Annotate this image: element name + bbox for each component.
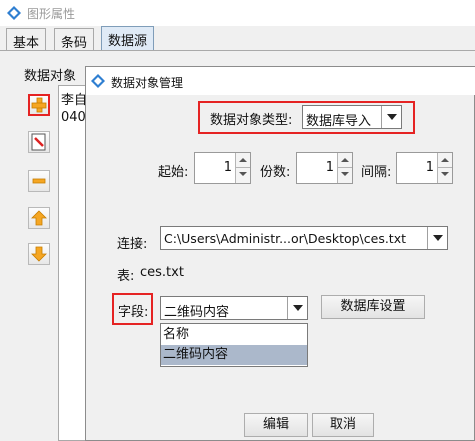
interval-label: 间隔: (361, 165, 392, 180)
tab-barcode-label: 条码 (61, 36, 88, 51)
connect-select[interactable]: C:\Users\Administr...or\Desktop\ces.txt (160, 226, 448, 250)
spin-up-icon[interactable] (235, 153, 250, 168)
start-spinner[interactable]: 1 (194, 152, 251, 184)
edit-icon (31, 133, 46, 151)
remove-icon (32, 178, 46, 184)
edit-button[interactable] (28, 131, 50, 153)
type-select[interactable]: 数据库导入 (302, 105, 402, 129)
tab-data-source[interactable]: 数据源 (101, 26, 155, 51)
data-object-label: 数据对象 (24, 69, 77, 84)
edit-button[interactable]: 编辑 (244, 413, 308, 437)
copies-label: 份数: (260, 165, 291, 180)
spin-up-icon[interactable] (437, 153, 452, 168)
copies-value: 1 (325, 160, 334, 175)
app-icon (7, 6, 21, 20)
data-object-manager-dialog: 数据对象管理 数据对象类型: 数据库导入 起始: 1 份数: 1 间隔: 1 连… (85, 66, 475, 441)
move-up-icon (31, 210, 47, 226)
edit-button-label: 编辑 (262, 417, 289, 432)
tab-basic[interactable]: 基本 (6, 28, 47, 51)
spin-down-icon[interactable] (337, 168, 352, 183)
add-button[interactable] (28, 94, 50, 116)
move-down-icon (31, 246, 47, 262)
list-item[interactable]: 040 (61, 110, 86, 125)
spin-down-icon[interactable] (437, 168, 452, 183)
cancel-button[interactable]: 取消 (312, 413, 374, 437)
field-option-name[interactable]: 名称 (161, 325, 307, 345)
field-dropdown-list[interactable]: 名称 二维码内容 (160, 323, 308, 367)
field-option-qrcode[interactable]: 二维码内容 (161, 345, 307, 365)
list-item[interactable]: 李自 (61, 89, 87, 108)
tab-data-source-label: 数据源 (108, 34, 148, 49)
tab-divider (0, 50, 475, 51)
db-settings-button-label: 数据库设置 (340, 299, 406, 314)
spin-up-icon[interactable] (337, 153, 352, 168)
table-label: 表: (117, 269, 135, 284)
field-select[interactable]: 二维码内容 (160, 296, 308, 320)
remove-button[interactable] (28, 170, 50, 192)
window-titlebar: 图形属性 (0, 0, 475, 26)
connect-select-value: C:\Users\Administr...or\Desktop\ces.txt (164, 231, 407, 246)
spin-down-icon[interactable] (235, 168, 250, 183)
dialog-titlebar: 数据对象管理 (86, 67, 475, 95)
type-select-value: 数据库导入 (306, 114, 372, 129)
field-select-value: 二维码内容 (164, 305, 230, 320)
move-up-button[interactable] (28, 207, 50, 229)
chevron-down-icon[interactable] (287, 297, 307, 319)
start-value: 1 (223, 160, 232, 175)
connect-label: 连接: (117, 237, 148, 252)
tab-basic-label: 基本 (13, 36, 40, 51)
dialog-title: 数据对象管理 (111, 76, 184, 90)
start-label: 起始: (158, 165, 189, 180)
chevron-down-icon[interactable] (381, 106, 401, 128)
db-settings-button[interactable]: 数据库设置 (321, 295, 425, 319)
type-label: 数据对象类型: (210, 113, 293, 128)
tab-bar: 基本 条码 数据源 (0, 26, 475, 51)
interval-value: 1 (425, 160, 434, 175)
data-object-list[interactable]: 李自 040 (58, 85, 88, 441)
cancel-button-label: 取消 (329, 417, 356, 432)
tab-barcode[interactable]: 条码 (54, 28, 95, 51)
app-icon (91, 74, 105, 88)
add-icon (31, 97, 47, 113)
chevron-down-icon[interactable] (427, 227, 447, 249)
copies-spinner[interactable]: 1 (296, 152, 353, 184)
table-value: ces.txt (140, 265, 184, 280)
move-down-button[interactable] (28, 243, 50, 265)
window-title: 图形属性 (27, 7, 76, 21)
field-label: 字段: (118, 305, 149, 320)
interval-spinner[interactable]: 1 (396, 152, 453, 184)
